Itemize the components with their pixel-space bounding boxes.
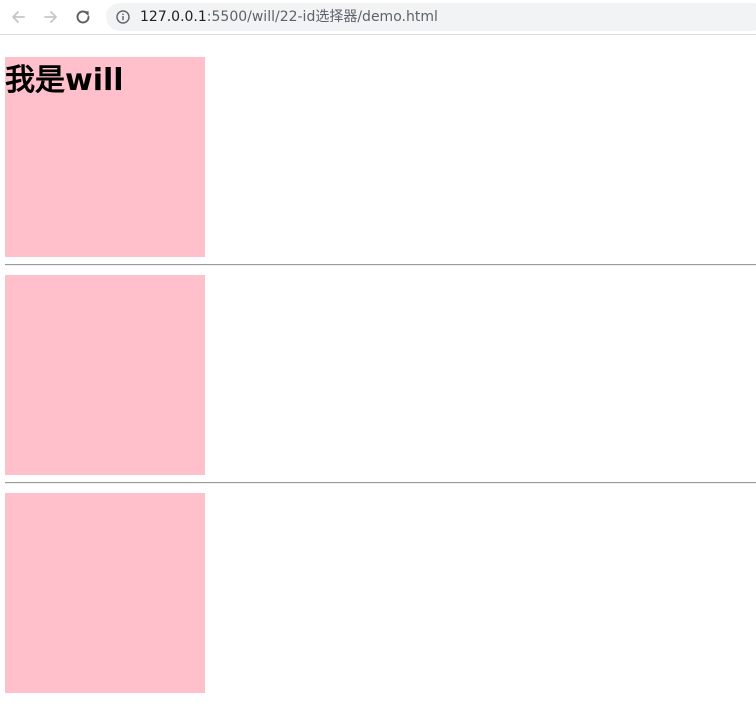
- pink-box-3: [5, 493, 205, 693]
- url-path: :5500/will/22-id选择器/demo.html: [206, 9, 438, 25]
- forward-button[interactable]: [41, 7, 61, 27]
- info-icon[interactable]: [116, 10, 130, 24]
- back-arrow-icon: [12, 11, 25, 23]
- back-button[interactable]: [8, 7, 28, 27]
- pink-box-1: 我是will: [5, 57, 205, 257]
- horizontal-rule-2: [5, 482, 756, 484]
- browser-toolbar: 127.0.0.1:5500/will/22-id选择器/demo.html: [0, 0, 756, 35]
- url-text[interactable]: 127.0.0.1:5500/will/22-id选择器/demo.html: [140, 8, 438, 26]
- pink-box-2: [5, 275, 205, 475]
- address-bar[interactable]: 127.0.0.1:5500/will/22-id选择器/demo.html: [106, 3, 756, 31]
- page-content: 我是will: [0, 35, 756, 717]
- horizontal-rule-1: [5, 264, 756, 266]
- forward-arrow-icon: [44, 11, 57, 23]
- url-host: 127.0.0.1: [140, 9, 207, 25]
- reload-button[interactable]: [73, 7, 93, 27]
- reload-icon: [76, 10, 90, 24]
- box-heading: 我是will: [5, 63, 124, 98]
